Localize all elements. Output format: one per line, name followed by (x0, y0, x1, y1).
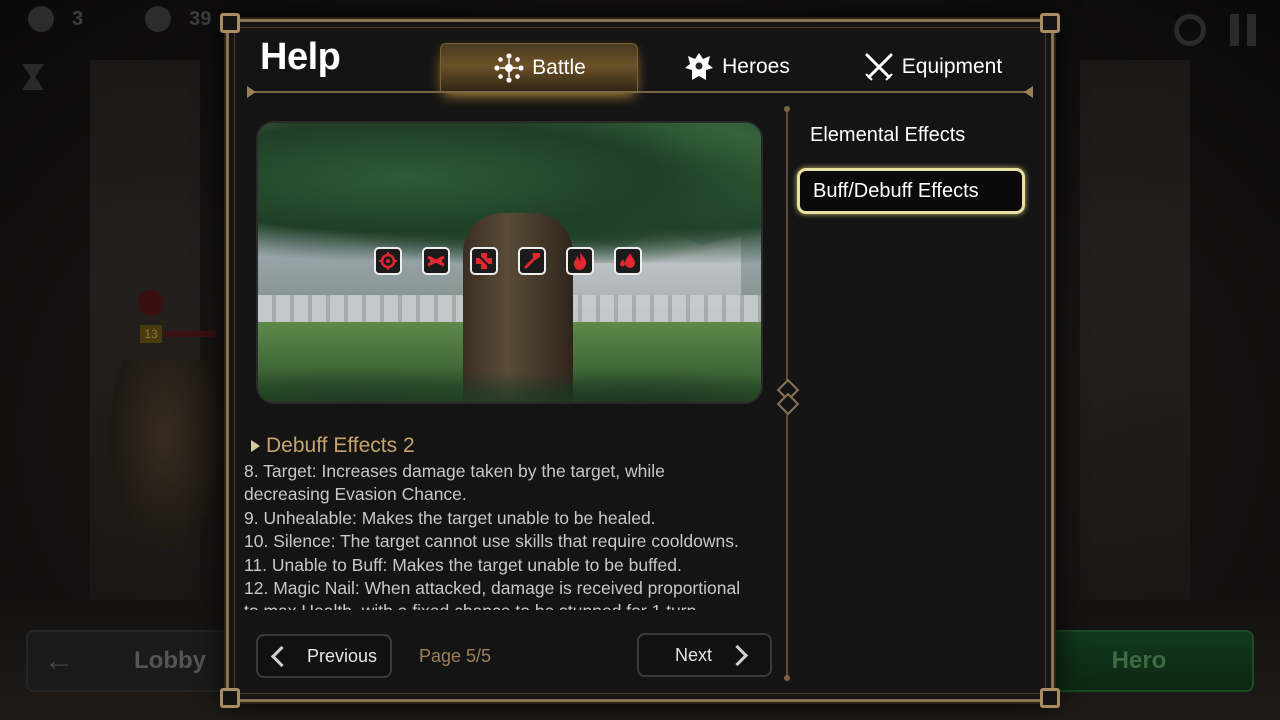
previous-button[interactable]: Previous (256, 634, 392, 678)
divider-ornament (1024, 86, 1033, 98)
divider-ornament (784, 675, 790, 681)
back-arrow-icon: ← (44, 644, 74, 677)
tab-equipment[interactable]: Equipment (834, 43, 1030, 91)
tab-label: Heroes (722, 55, 790, 78)
help-line: 10. Silence: The target cannot use skill… (244, 531, 739, 552)
burn-debuff-icon (566, 247, 594, 275)
dialog-title: Help (260, 36, 341, 78)
gold-icon (145, 6, 172, 32)
debuff-icon-row (374, 247, 642, 275)
page-indicator: Page 5/5 (419, 646, 492, 666)
heroes-icon (685, 53, 714, 80)
team-icon (28, 6, 54, 32)
help-line: 8. Target: Increases damage taken by the… (244, 461, 665, 481)
chevron-right-icon (726, 644, 749, 666)
fire-element-icon (138, 290, 164, 316)
gold-count: 39 (189, 7, 212, 30)
illustration-bushes (258, 352, 761, 402)
previous-label: Previous (307, 645, 378, 666)
hero-label: Hero (1111, 647, 1167, 674)
help-tabs: Battle Heroes Equipment (440, 43, 1030, 93)
chevron-left-icon (270, 645, 293, 667)
background-pillar (1080, 60, 1190, 620)
hud-top-left: 3 39 (28, 6, 211, 32)
divider-ornament (776, 392, 800, 416)
tab-heroes[interactable]: Heroes (638, 43, 834, 91)
hud-top-right (1174, 14, 1256, 46)
unable-to-buff-debuff-icon (518, 247, 546, 275)
hero-health-bar (164, 331, 216, 337)
topic-list: Elemental Effects Buff/Debuff Effects (797, 112, 1025, 224)
help-body-text[interactable]: 8. Target: Increases damage taken by the… (244, 460, 774, 610)
tab-label: Battle (532, 56, 586, 79)
silence-debuff-icon (470, 247, 498, 275)
hero-sprite (110, 360, 220, 550)
lobby-label: Lobby (134, 647, 206, 674)
battle-icon (494, 53, 524, 83)
divider-ornament (247, 86, 256, 98)
topic-label: Buff/Debuff Effects (813, 179, 979, 202)
target-debuff-icon (374, 247, 402, 275)
help-line: decreasing Evasion Chance. (244, 484, 467, 505)
bleed-debuff-icon (614, 247, 642, 275)
lobby-button[interactable]: ← Lobby (26, 630, 236, 692)
divider-ornament (784, 106, 790, 112)
frame-corner (220, 688, 240, 708)
topic-elemental-effects[interactable]: Elemental Effects (797, 112, 1025, 158)
topic-buff-debuff-effects[interactable]: Buff/Debuff Effects (797, 168, 1025, 214)
frame-corner (220, 13, 240, 33)
help-line: 11. Unable to Buff: Makes the target una… (244, 554, 682, 575)
help-line: to max Health, with a fixed chance to be… (244, 600, 774, 610)
frame-corner (1040, 13, 1060, 33)
help-dialog: Help Battle Heroes Equipment Debuff Effe… (220, 13, 1060, 708)
help-illustration (258, 123, 761, 402)
section-heading: Debuff Effects 2 (251, 434, 415, 458)
section-heading-text: Debuff Effects 2 (266, 434, 415, 457)
topic-label: Elemental Effects (810, 123, 966, 146)
header-divider (251, 91, 1029, 93)
help-line: 12. Magic Nail: When attacked, damage is… (244, 578, 741, 599)
help-line: 9. Unhealable: Makes the target unable t… (244, 507, 656, 528)
pause-icon[interactable] (1230, 14, 1256, 46)
team-count: 3 (72, 7, 84, 30)
frame-corner (1040, 688, 1060, 708)
bullet-triangle-icon (251, 440, 260, 452)
unhealable-debuff-icon (422, 247, 450, 275)
next-button[interactable]: Next (637, 633, 772, 677)
tab-label: Equipment (901, 55, 1003, 78)
tab-battle[interactable]: Battle (440, 43, 638, 92)
hero-level-badge: 13 (140, 325, 162, 343)
next-label: Next (675, 644, 713, 665)
equipment-icon (865, 53, 893, 81)
hero-button[interactable]: Hero (1024, 630, 1254, 692)
auto-gear-icon[interactable] (1174, 14, 1206, 46)
